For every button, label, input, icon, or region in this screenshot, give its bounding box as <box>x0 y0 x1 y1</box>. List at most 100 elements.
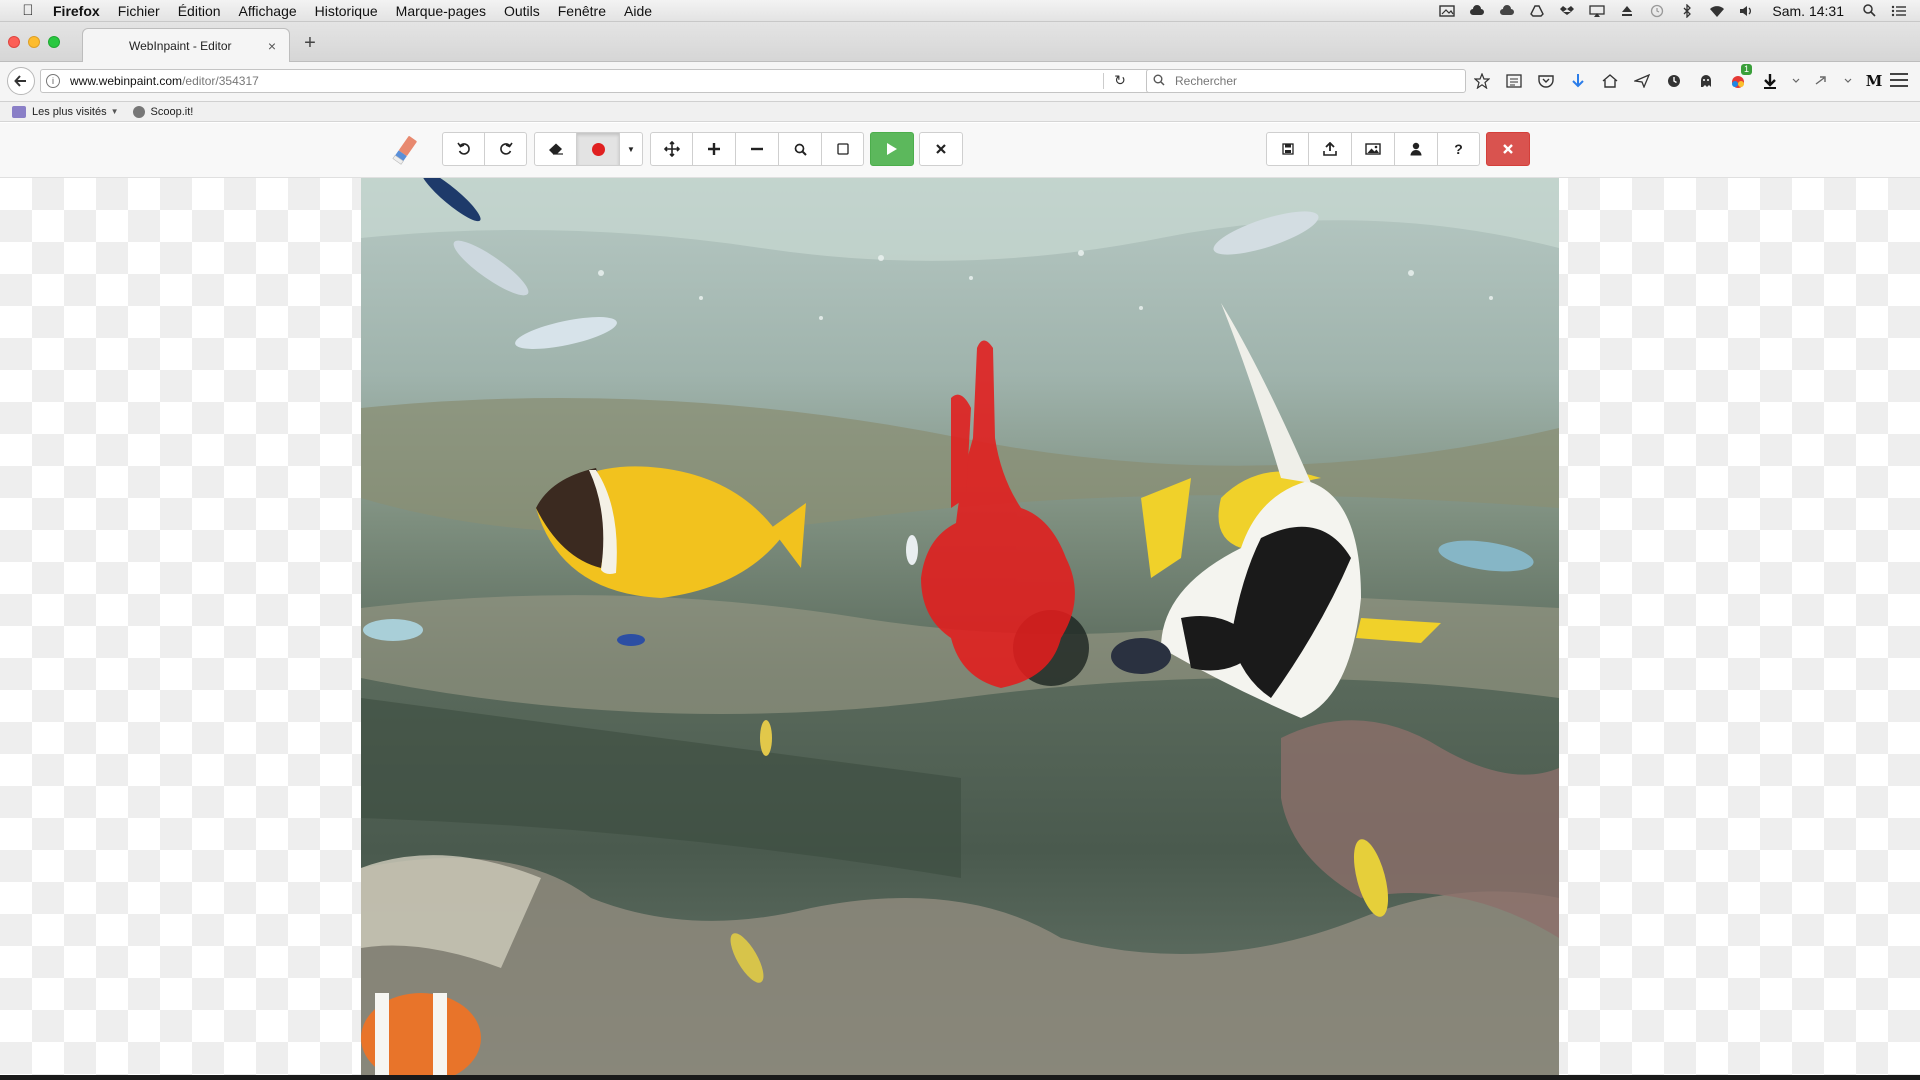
send-icon[interactable] <box>1632 72 1652 90</box>
dropbox-icon[interactable] <box>1558 4 1576 18</box>
pocket-icon[interactable] <box>1536 72 1556 90</box>
webinpaint-eraser-logo-icon[interactable] <box>392 134 418 166</box>
bluetooth-icon[interactable] <box>1678 3 1696 18</box>
red-marker-icon <box>591 142 605 156</box>
browser-nav-bar: i www.webinpaint.com/editor/354317 ↻ Rec… <box>0 62 1920 102</box>
creative-cloud-icon[interactable] <box>1468 4 1486 18</box>
menu-app-name[interactable]: Firefox <box>53 3 100 19</box>
window-close-button[interactable] <box>8 36 20 48</box>
extension-badge: 1 <box>1740 64 1752 75</box>
tab-title: WebInpaint - Editor <box>129 38 232 53</box>
drive-icon[interactable] <box>1528 4 1546 18</box>
fit-icon <box>836 143 849 155</box>
menu-marque-pages[interactable]: Marque-pages <box>396 3 486 19</box>
image-button[interactable] <box>1351 132 1395 166</box>
tab-webinpaint-editor[interactable]: WebInpaint - Editor × <box>82 28 290 62</box>
colorful-extension-icon[interactable]: 1 <box>1728 64 1752 90</box>
search-placeholder: Rechercher <box>1175 74 1238 88</box>
undo-icon <box>456 142 470 155</box>
close-icon <box>936 144 946 154</box>
image-capture-icon[interactable] <box>1438 4 1456 18</box>
reading-list-icon[interactable] <box>1504 72 1524 90</box>
close-icon <box>1503 144 1513 154</box>
browser-tab-strip: WebInpaint - Editor × + <box>0 22 1920 62</box>
move-button[interactable] <box>650 132 693 166</box>
account-button[interactable] <box>1394 132 1438 166</box>
window-maximize-button[interactable] <box>48 36 60 48</box>
eraser-tool-button[interactable] <box>534 132 577 166</box>
downloads-icon[interactable] <box>1760 72 1780 90</box>
search-bar[interactable]: Rechercher <box>1146 69 1466 93</box>
upload-button[interactable] <box>1308 132 1352 166</box>
new-tab-button[interactable]: + <box>300 32 320 55</box>
folder-icon <box>12 105 26 118</box>
menu-edition[interactable]: Édition <box>178 3 221 19</box>
site-info-icon[interactable]: i <box>46 74 60 88</box>
airplay-icon[interactable] <box>1588 4 1606 18</box>
search-icon <box>794 143 807 156</box>
run-inpaint-button[interactable] <box>870 132 914 166</box>
marker-size-dropdown[interactable]: ▼ <box>619 132 643 166</box>
aquarium-photo <box>361 178 1559 1075</box>
reload-icon[interactable]: ↻ <box>1111 72 1129 89</box>
nav-toolbar-icons: 1 M <box>1472 64 1896 90</box>
bookmark-scoopit[interactable]: Scoop.it! <box>132 105 194 118</box>
chevron-down-icon[interactable] <box>1792 72 1800 90</box>
time-machine-icon[interactable] <box>1648 4 1666 18</box>
eject-icon[interactable] <box>1618 4 1636 18</box>
zoom-in-button[interactable] <box>692 132 736 166</box>
bookmark-label: Scoop.it! <box>150 105 194 118</box>
url-separator <box>1103 73 1104 89</box>
menu-fenetre[interactable]: Fenêtre <box>558 3 606 19</box>
extension-arrow-icon[interactable] <box>1812 72 1832 90</box>
ghostery-icon[interactable] <box>1696 72 1716 90</box>
zoom-out-icon <box>751 147 763 151</box>
window-minimize-button[interactable] <box>28 36 40 48</box>
eraser-icon <box>548 143 563 155</box>
zoom-out-button[interactable] <box>735 132 779 166</box>
undo-button[interactable] <box>442 132 485 166</box>
wifi-icon[interactable] <box>1708 4 1726 18</box>
caret-down-icon: ▼ <box>627 144 635 154</box>
save-button[interactable] <box>1266 132 1309 166</box>
menubar-clock[interactable]: Sam. 14:31 <box>1772 3 1844 19</box>
apple-menu-icon[interactable]:  <box>19 2 37 19</box>
menu-outils[interactable]: Outils <box>504 3 540 19</box>
menu-affichage[interactable]: Affichage <box>239 3 297 19</box>
bookmark-star-icon[interactable] <box>1472 72 1492 90</box>
tab-close-icon[interactable]: × <box>265 38 279 54</box>
m-extension-icon[interactable]: M <box>1864 72 1884 90</box>
redo-icon <box>499 142 513 155</box>
url-bar[interactable]: i www.webinpaint.com/editor/354317 ↻ <box>40 69 1168 93</box>
cloud-icon[interactable] <box>1498 4 1516 18</box>
menu-fichier[interactable]: Fichier <box>118 3 160 19</box>
play-icon <box>887 143 897 155</box>
caret-down-icon: ▼ <box>110 107 119 116</box>
clock-extension-icon[interactable] <box>1664 72 1684 90</box>
notification-center-icon[interactable] <box>1890 4 1908 18</box>
menu-historique[interactable]: Historique <box>315 3 378 19</box>
url-path: /editor/354317 <box>182 74 259 88</box>
redo-button[interactable] <box>484 132 527 166</box>
close-editor-button[interactable] <box>1486 132 1530 166</box>
back-button[interactable] <box>7 67 35 95</box>
menu-aide[interactable]: Aide <box>624 3 652 19</box>
chevron-down-icon-2[interactable] <box>1844 72 1852 90</box>
home-icon[interactable] <box>1600 72 1620 90</box>
volume-icon[interactable] <box>1738 4 1756 18</box>
hamburger-menu-icon[interactable] <box>1890 73 1908 87</box>
bookmark-most-visited[interactable]: Les plus visités ▼ <box>12 105 119 118</box>
fit-button[interactable] <box>821 132 864 166</box>
spotlight-search-icon[interactable] <box>1860 4 1878 18</box>
clear-selection-button[interactable] <box>919 132 963 166</box>
editor-canvas-image[interactable] <box>361 178 1559 1075</box>
help-button[interactable]: ? <box>1437 132 1480 166</box>
help-icon: ? <box>1454 141 1463 157</box>
download-arrow-icon[interactable] <box>1568 72 1588 90</box>
move-icon <box>663 141 680 157</box>
image-icon <box>1365 143 1381 155</box>
user-icon <box>1410 142 1422 156</box>
macos-menu-bar:  Firefox Fichier Édition Affichage Hist… <box>0 0 1920 22</box>
zoom-button[interactable] <box>778 132 822 166</box>
marker-tool-button[interactable] <box>576 132 620 166</box>
